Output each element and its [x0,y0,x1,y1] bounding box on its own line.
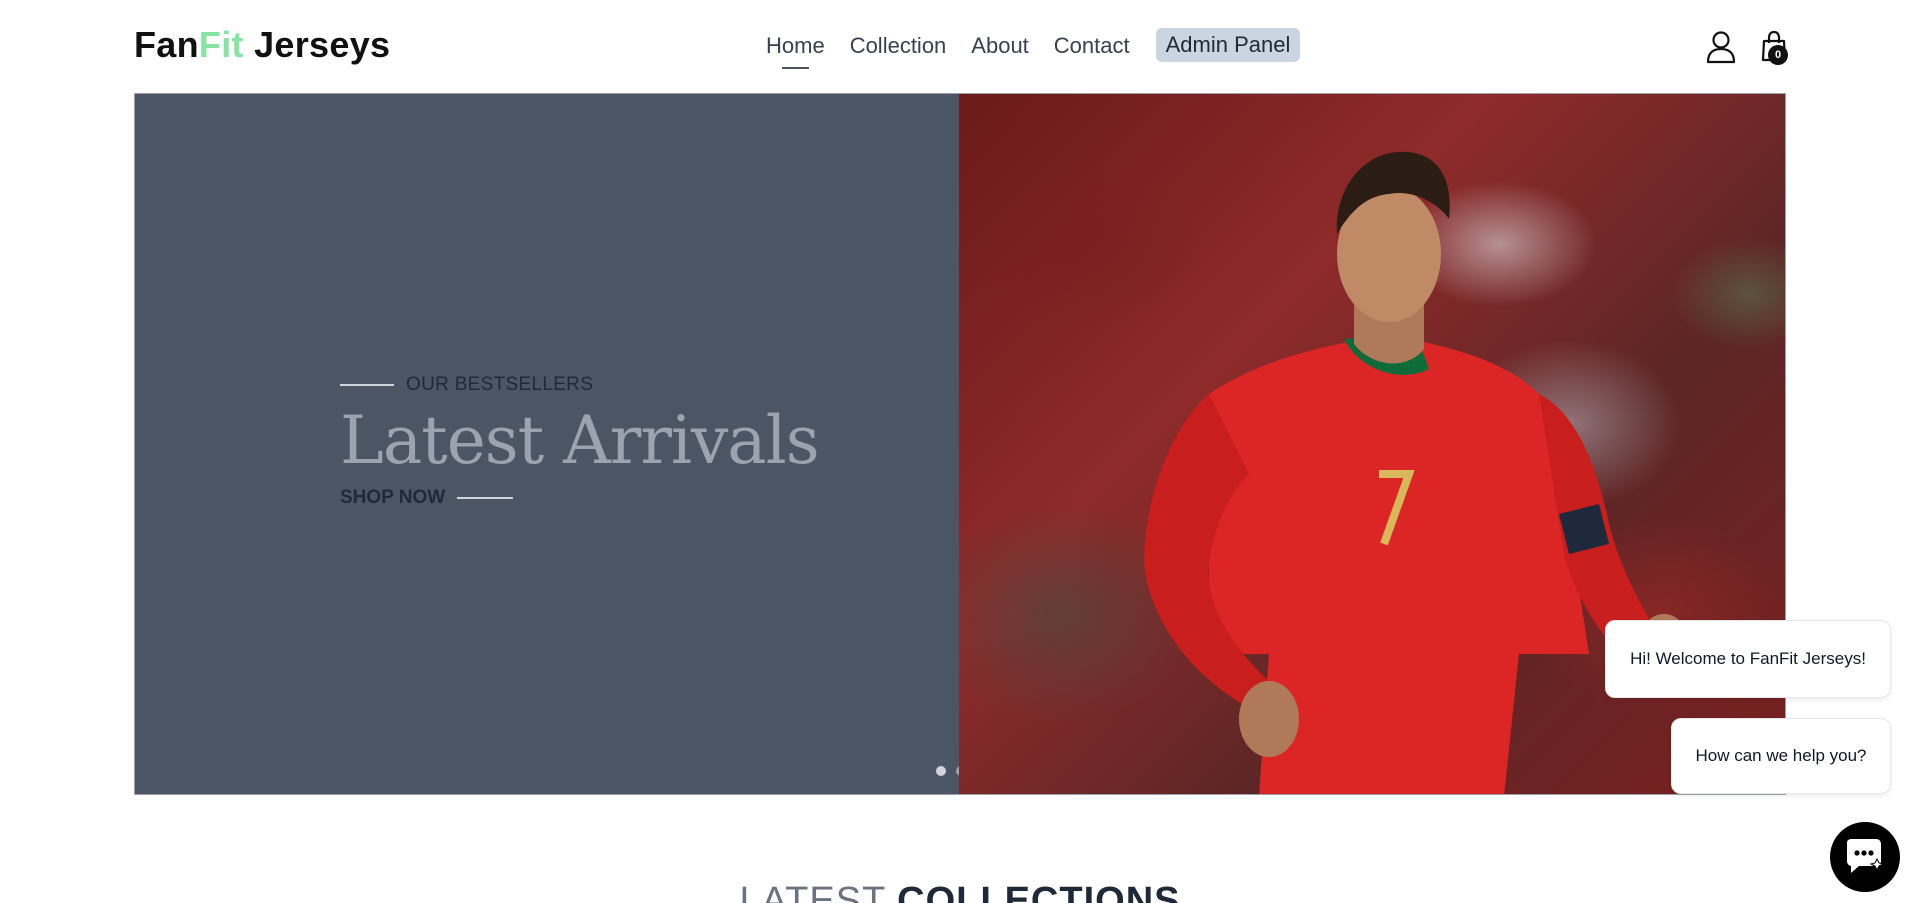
user-icon[interactable] [1706,30,1736,64]
site-header: FanFit Jerseys Home Collection About Con… [134,0,1788,92]
nav-contact[interactable]: Contact [1054,33,1130,59]
hero-title: Latest Arrivals [340,402,820,479]
chat-message-help: How can we help you? [1671,718,1891,794]
nav-about[interactable]: About [971,33,1029,59]
eyebrow-line [340,384,394,386]
latest-collections-title: LATEST COLLECTIONS [0,880,1920,903]
hero-banner: OUR BESTSELLERS Latest Arrivals SHOP NOW [134,93,1786,795]
left-hand [1239,681,1299,757]
hero-eyebrow: OUR BESTSELLERS [340,374,819,396]
main-nav: Home Collection About Contact Admin Pane… [766,28,1301,69]
latest-collections-bold: COLLECTIONS [897,880,1181,903]
eyebrow-text: OUR BESTSELLERS [406,374,594,395]
admin-panel-button[interactable]: Admin Panel [1155,28,1301,62]
shop-now-link[interactable]: SHOP NOW [340,487,819,509]
logo-text-fit: Fit [198,24,244,65]
chat-icon [1847,839,1885,873]
nav-collection[interactable]: Collection [850,33,947,59]
logo-text-fan: Fan [134,24,199,65]
carousel-dot-1[interactable] [936,766,946,776]
logo-text-jerseys: Jerseys [243,24,391,65]
latest-collections-light: LATEST [739,880,898,903]
chat-message-welcome: Hi! Welcome to FanFit Jerseys! [1605,620,1891,698]
shop-now-label: SHOP NOW [340,487,446,508]
hero-text: OUR BESTSELLERS Latest Arrivals SHOP NOW [340,374,820,509]
shop-now-line [457,497,514,499]
nav-home[interactable]: Home [766,33,825,69]
cart-count-badge: 0 [1768,45,1788,65]
hero-text-panel: OUR BESTSELLERS Latest Arrivals SHOP NOW [135,94,966,794]
site-logo[interactable]: FanFit Jerseys [134,24,390,66]
